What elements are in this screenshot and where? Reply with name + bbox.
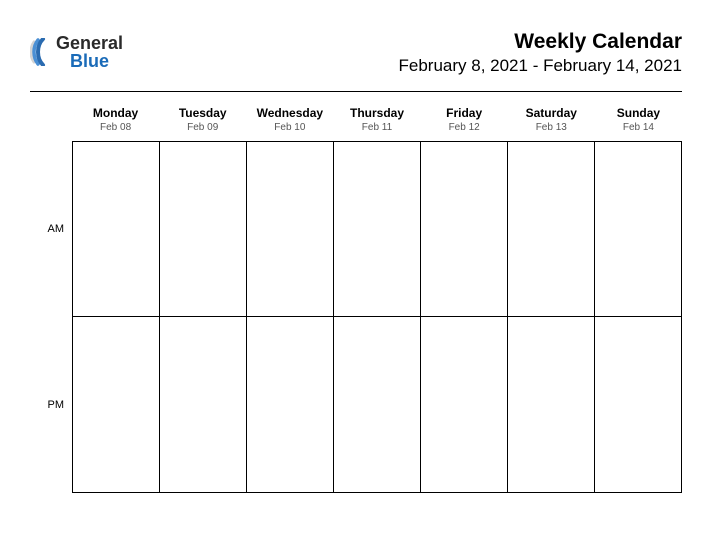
- cell-am-thu: [333, 141, 420, 317]
- time-label-pm: PM: [30, 317, 72, 493]
- day-date: Feb 11: [333, 122, 420, 133]
- cells-am: [72, 141, 682, 317]
- day-date: Feb 10: [246, 122, 333, 133]
- cell-pm-thu: [333, 317, 420, 493]
- cell-pm-mon: [72, 317, 159, 493]
- day-date: Feb 13: [508, 122, 595, 133]
- day-header-sunday: Sunday Feb 14: [595, 102, 682, 141]
- day-name: Saturday: [508, 106, 595, 120]
- day-name: Sunday: [595, 106, 682, 120]
- logo-text-general: General: [56, 34, 123, 52]
- cell-pm-fri: [420, 317, 507, 493]
- page-title: Weekly Calendar: [399, 30, 683, 54]
- day-header-saturday: Saturday Feb 13: [508, 102, 595, 141]
- day-header-monday: Monday Feb 08: [72, 102, 159, 141]
- cell-am-wed: [246, 141, 333, 317]
- day-header-wednesday: Wednesday Feb 10: [246, 102, 333, 141]
- cell-pm-sat: [507, 317, 594, 493]
- day-name: Friday: [421, 106, 508, 120]
- day-header-thursday: Thursday Feb 11: [333, 102, 420, 141]
- day-name: Wednesday: [246, 106, 333, 120]
- logo: General Blue: [30, 30, 123, 70]
- header: General Blue Weekly Calendar February 8,…: [30, 30, 682, 76]
- cell-am-sun: [594, 141, 682, 317]
- day-date: Feb 09: [159, 122, 246, 133]
- day-header-tuesday: Tuesday Feb 09: [159, 102, 246, 141]
- day-headers-row: Monday Feb 08 Tuesday Feb 09 Wednesday F…: [72, 102, 682, 141]
- calendar-grid: AM PM: [30, 141, 682, 493]
- calendar: Monday Feb 08 Tuesday Feb 09 Wednesday F…: [30, 91, 682, 493]
- day-date: Feb 12: [421, 122, 508, 133]
- day-date: Feb 08: [72, 122, 159, 133]
- cell-pm-tue: [159, 317, 246, 493]
- cell-am-fri: [420, 141, 507, 317]
- title-block: Weekly Calendar February 8, 2021 - Febru…: [399, 30, 683, 76]
- logo-text: General Blue: [56, 34, 123, 70]
- time-label-am: AM: [30, 141, 72, 317]
- cells-pm: [72, 317, 682, 493]
- logo-text-blue: Blue: [70, 52, 123, 70]
- cell-am-sat: [507, 141, 594, 317]
- cell-am-mon: [72, 141, 159, 317]
- cell-am-tue: [159, 141, 246, 317]
- page-subtitle: February 8, 2021 - February 14, 2021: [399, 56, 683, 76]
- day-date: Feb 14: [595, 122, 682, 133]
- day-name: Thursday: [333, 106, 420, 120]
- day-name: Tuesday: [159, 106, 246, 120]
- cell-pm-sun: [594, 317, 682, 493]
- cell-pm-wed: [246, 317, 333, 493]
- row-pm: PM: [30, 317, 682, 493]
- row-am: AM: [30, 141, 682, 317]
- day-name: Monday: [72, 106, 159, 120]
- logo-graphic-icon: [30, 38, 54, 66]
- day-header-friday: Friday Feb 12: [421, 102, 508, 141]
